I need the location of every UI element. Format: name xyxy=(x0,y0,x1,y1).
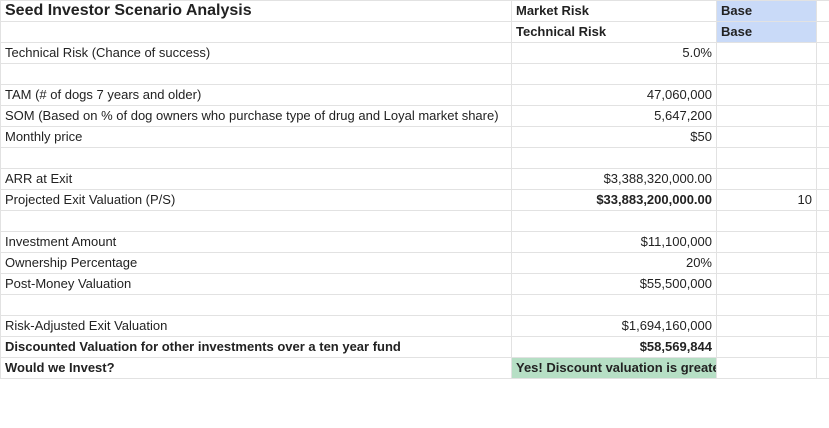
empty-cell[interactable] xyxy=(816,0,829,22)
sheet-row: Monthly price $50 xyxy=(0,126,829,148)
investment-value[interactable]: $11,100,000 xyxy=(511,231,717,253)
empty-cell[interactable] xyxy=(511,63,717,85)
empty-cell[interactable] xyxy=(816,147,829,169)
empty-cell[interactable] xyxy=(816,168,829,190)
arr-label[interactable]: ARR at Exit xyxy=(0,168,512,190)
empty-cell[interactable] xyxy=(716,63,817,85)
exit-valuation-value[interactable]: $33,883,200,000.00 xyxy=(511,189,717,211)
empty-cell[interactable] xyxy=(716,168,817,190)
monthly-price-label[interactable]: Monthly price xyxy=(0,126,512,148)
sheet-row: Risk-Adjusted Exit Valuation $1,694,160,… xyxy=(0,315,829,337)
invest-label[interactable]: Would we Invest? xyxy=(0,357,512,379)
sheet-row-empty xyxy=(0,147,829,169)
empty-cell[interactable] xyxy=(511,147,717,169)
empty-cell[interactable] xyxy=(716,315,817,337)
empty-cell[interactable] xyxy=(816,252,829,274)
empty-cell[interactable] xyxy=(716,273,817,295)
sheet-row: SOM (Based on % of dog owners who purcha… xyxy=(0,105,829,127)
risk-adjusted-label[interactable]: Risk-Adjusted Exit Valuation xyxy=(0,315,512,337)
invest-verdict[interactable]: Yes! Discount valuation is greater than … xyxy=(511,357,717,379)
empty-cell[interactable] xyxy=(716,252,817,274)
sheet-row: ARR at Exit $3,388,320,000.00 xyxy=(0,168,829,190)
empty-cell[interactable] xyxy=(816,336,829,358)
empty-cell[interactable] xyxy=(0,210,512,232)
empty-cell[interactable] xyxy=(816,231,829,253)
sheet-row: Would we Invest? Yes! Discount valuation… xyxy=(0,357,829,379)
sheet-row-empty xyxy=(0,210,829,232)
risk-adjusted-value[interactable]: $1,694,160,000 xyxy=(511,315,717,337)
empty-cell[interactable] xyxy=(816,21,829,43)
empty-cell[interactable] xyxy=(816,294,829,316)
ownership-value[interactable]: 20% xyxy=(511,252,717,274)
empty-cell[interactable] xyxy=(716,294,817,316)
empty-cell[interactable] xyxy=(716,126,817,148)
empty-cell[interactable] xyxy=(0,21,512,43)
monthly-price-value[interactable]: $50 xyxy=(511,126,717,148)
spreadsheet-grid: Seed Investor Scenario Analysis Market R… xyxy=(0,0,829,379)
empty-cell[interactable] xyxy=(816,84,829,106)
discounted-value[interactable]: $58,569,844 xyxy=(511,336,717,358)
empty-cell[interactable] xyxy=(0,63,512,85)
empty-cell[interactable] xyxy=(716,84,817,106)
sheet-row: Technical Risk Base xyxy=(0,21,829,43)
empty-cell[interactable] xyxy=(816,357,829,379)
empty-cell[interactable] xyxy=(816,126,829,148)
sheet-title[interactable]: Seed Investor Scenario Analysis xyxy=(0,0,512,22)
sheet-row: TAM (# of dogs 7 years and older) 47,060… xyxy=(0,84,829,106)
discounted-label[interactable]: Discounted Valuation for other investmen… xyxy=(0,336,512,358)
empty-cell[interactable] xyxy=(716,210,817,232)
empty-cell[interactable] xyxy=(511,294,717,316)
sheet-row: Projected Exit Valuation (P/S) $33,883,2… xyxy=(0,189,829,211)
empty-cell[interactable] xyxy=(716,231,817,253)
empty-cell[interactable] xyxy=(816,273,829,295)
tech-risk-label[interactable]: Technical Risk (Chance of success) xyxy=(0,42,512,64)
post-money-label[interactable]: Post-Money Valuation xyxy=(0,273,512,295)
empty-cell[interactable] xyxy=(716,42,817,64)
technical-risk-value[interactable]: Base xyxy=(716,21,817,43)
tam-label[interactable]: TAM (# of dogs 7 years and older) xyxy=(0,84,512,106)
investment-label[interactable]: Investment Amount xyxy=(0,231,512,253)
empty-cell[interactable] xyxy=(816,63,829,85)
exit-valuation-label[interactable]: Projected Exit Valuation (P/S) xyxy=(0,189,512,211)
empty-cell[interactable] xyxy=(816,189,829,211)
empty-cell[interactable] xyxy=(716,357,817,379)
empty-cell[interactable] xyxy=(816,105,829,127)
post-money-value[interactable]: $55,500,000 xyxy=(511,273,717,295)
empty-cell[interactable] xyxy=(511,210,717,232)
empty-cell[interactable] xyxy=(0,294,512,316)
som-value[interactable]: 5,647,200 xyxy=(511,105,717,127)
empty-cell[interactable] xyxy=(816,42,829,64)
som-label[interactable]: SOM (Based on % of dog owners who purcha… xyxy=(0,105,512,127)
empty-cell[interactable] xyxy=(0,147,512,169)
arr-value[interactable]: $3,388,320,000.00 xyxy=(511,168,717,190)
tech-risk-value[interactable]: 5.0% xyxy=(511,42,717,64)
sheet-row: Technical Risk (Chance of success) 5.0% xyxy=(0,42,829,64)
sheet-row: Post-Money Valuation $55,500,000 xyxy=(0,273,829,295)
empty-cell[interactable] xyxy=(816,315,829,337)
sheet-row-empty xyxy=(0,294,829,316)
empty-cell[interactable] xyxy=(716,147,817,169)
empty-cell[interactable] xyxy=(816,210,829,232)
sheet-row: Discounted Valuation for other investmen… xyxy=(0,336,829,358)
ownership-label[interactable]: Ownership Percentage xyxy=(0,252,512,274)
market-risk-label[interactable]: Market Risk xyxy=(511,0,717,22)
technical-risk-label[interactable]: Technical Risk xyxy=(511,21,717,43)
sheet-row-empty xyxy=(0,63,829,85)
tam-value[interactable]: 47,060,000 xyxy=(511,84,717,106)
empty-cell[interactable] xyxy=(716,105,817,127)
exit-multiple-value[interactable]: 10 xyxy=(716,189,817,211)
sheet-row-title: Seed Investor Scenario Analysis Market R… xyxy=(0,0,829,22)
sheet-row: Ownership Percentage 20% xyxy=(0,252,829,274)
market-risk-value[interactable]: Base xyxy=(716,0,817,22)
sheet-row: Investment Amount $11,100,000 xyxy=(0,231,829,253)
empty-cell[interactable] xyxy=(716,336,817,358)
